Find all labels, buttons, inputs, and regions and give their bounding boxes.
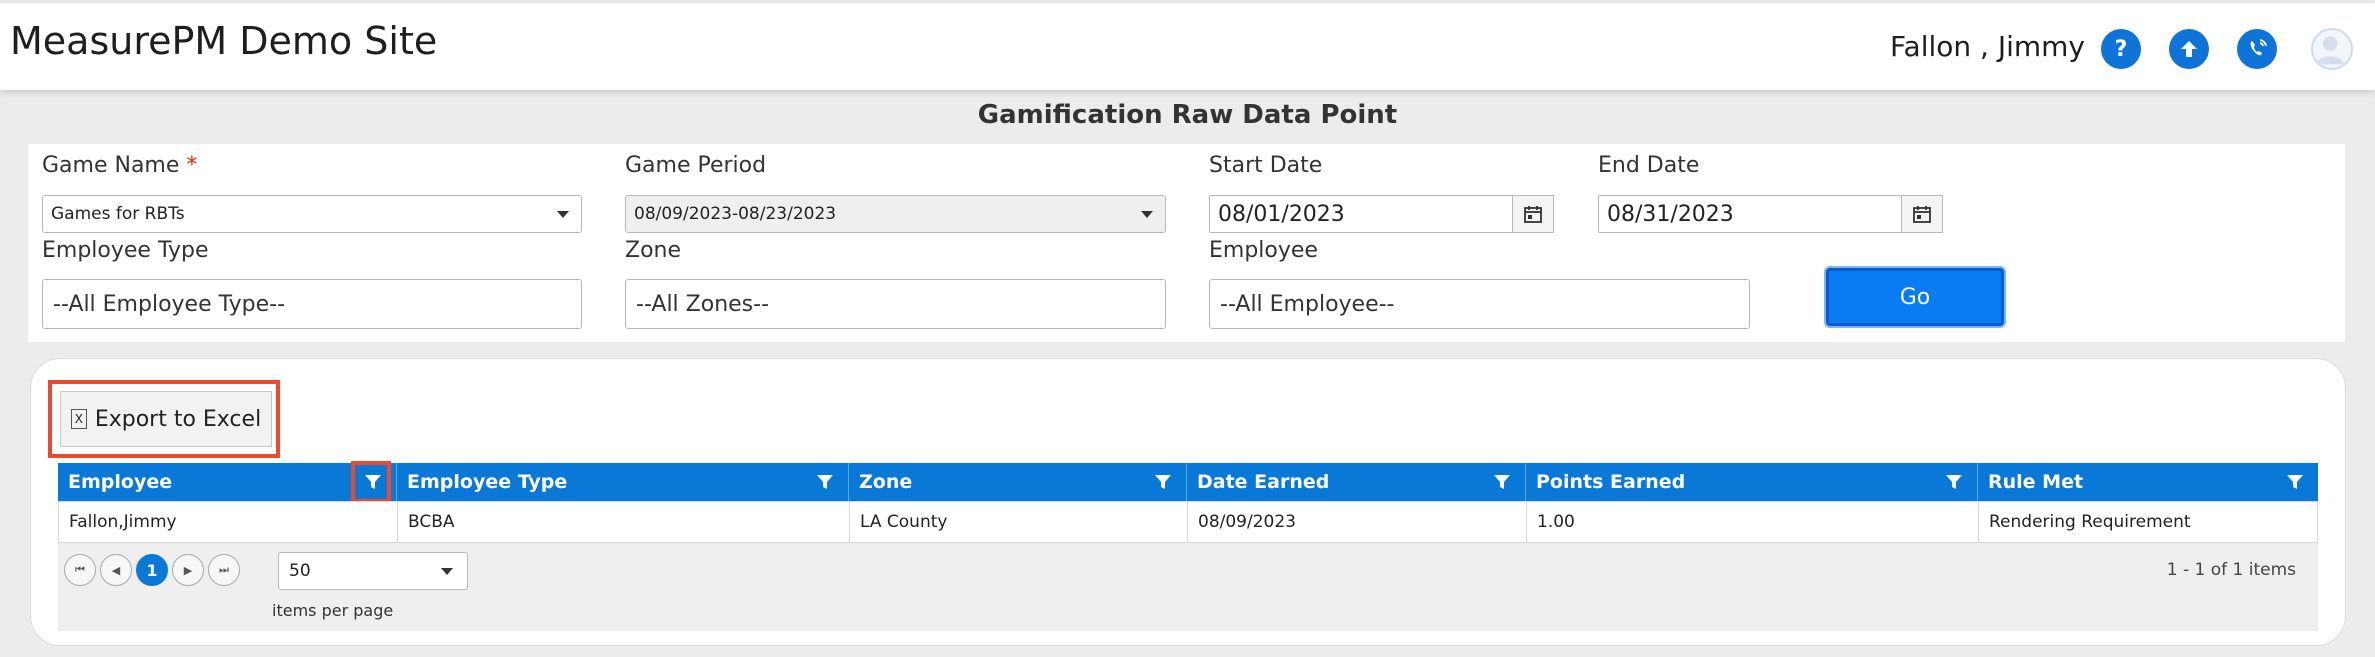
chevron-down-icon (441, 568, 453, 575)
game-period-select[interactable]: 08/09/2023-08/23/2023 (625, 195, 1166, 233)
user-silhouette-icon (2316, 36, 2344, 65)
grid-header: Employee Employee Type Zone Date Earned … (58, 463, 2318, 501)
upload-icon[interactable] (2169, 29, 2209, 69)
current-page-button[interactable]: 1 (136, 554, 168, 586)
page-size-value: 50 (289, 561, 311, 581)
column-header-label: Employee Type (407, 471, 568, 493)
cell-employee: Fallon,Jimmy (59, 502, 398, 542)
game-period-label: Game Period (625, 153, 767, 178)
go-button[interactable]: Go (1826, 268, 2004, 326)
help-icon[interactable]: ? (2101, 29, 2141, 69)
calendar-glyph-icon (1524, 206, 1542, 223)
zone-label: Zone (625, 238, 682, 263)
first-page-icon[interactable]: ⏮ (64, 554, 96, 586)
export-to-excel-button[interactable]: X Export to Excel (60, 391, 272, 447)
required-mark: * (186, 153, 198, 178)
export-label: Export to Excel (94, 406, 262, 432)
filter-funnel-icon[interactable] (816, 473, 834, 491)
calendar-glyph-icon (1913, 206, 1931, 223)
employee-type-multiselect[interactable]: --All Employee Type-- (42, 279, 582, 329)
column-header-employee[interactable]: Employee (58, 463, 397, 501)
funnel-highlight-box (351, 461, 391, 503)
end-date-input[interactable]: 08/31/2023 (1598, 195, 1943, 233)
site-title: MeasurePM Demo Site (10, 19, 438, 63)
zone-multiselect[interactable]: --All Zones-- (625, 279, 1166, 329)
pager-info: 1 - 1 of 1 items (2166, 560, 2296, 580)
column-header-label: Employee (68, 471, 173, 493)
employee-value: --All Employee-- (1220, 291, 1395, 317)
avatar[interactable] (2311, 28, 2353, 70)
column-header-label: Date Earned (1197, 471, 1330, 493)
phone-glyph-icon (2250, 39, 2267, 56)
cell-points-earned: 1.00 (1527, 502, 1979, 542)
phone-icon[interactable] (2237, 29, 2277, 69)
start-date-input[interactable]: 08/01/2023 (1209, 195, 1554, 233)
items-per-page-label: items per page (272, 601, 394, 620)
column-header-date-earned[interactable]: Date Earned (1187, 463, 1526, 501)
pager: ⏮ ◀ 1 ▶ ⏭ 50 items per page 1 - 1 of 1 i… (58, 543, 2318, 631)
column-header-label: Points Earned (1536, 471, 1686, 493)
help-glyph: ? (2114, 36, 2128, 62)
next-page-icon[interactable]: ▶ (172, 554, 204, 586)
prev-page-icon[interactable]: ◀ (100, 554, 132, 586)
page-size-select[interactable]: 50 (278, 552, 468, 590)
cell-zone: LA County (850, 502, 1188, 542)
column-header-rule-met[interactable]: Rule Met (1978, 463, 2318, 501)
employee-label: Employee (1209, 238, 1318, 263)
filter-funnel-icon[interactable] (1154, 473, 1172, 491)
excel-file-icon: X (70, 409, 87, 429)
chevron-down-icon (1141, 211, 1153, 218)
user-name[interactable]: Fallon , Jimmy (1890, 30, 2085, 63)
cell-date-earned: 08/09/2023 (1188, 502, 1527, 542)
arrow-up-icon (2181, 41, 2197, 57)
column-header-employee-type[interactable]: Employee Type (397, 463, 849, 501)
game-name-value: Games for RBTs (51, 204, 185, 224)
calendar-icon[interactable] (1512, 195, 1554, 233)
calendar-icon[interactable] (1901, 195, 1943, 233)
end-date-label: End Date (1598, 153, 1700, 178)
chevron-down-icon (557, 211, 569, 218)
filter-funnel-icon[interactable] (1945, 473, 1963, 491)
column-header-points-earned[interactable]: Points Earned (1526, 463, 1978, 501)
employee-multiselect[interactable]: --All Employee-- (1209, 279, 1750, 329)
zone-value: --All Zones-- (636, 291, 770, 317)
filter-funnel-icon[interactable] (1493, 473, 1511, 491)
game-period-value: 08/09/2023-08/23/2023 (634, 204, 837, 224)
end-date-value: 08/31/2023 (1607, 201, 1734, 227)
filter-funnel-icon[interactable] (2286, 473, 2304, 491)
game-name-label-text: Game Name (42, 153, 180, 178)
page-title: Gamification Raw Data Point (977, 100, 1398, 130)
game-name-select[interactable]: Games for RBTs (42, 195, 582, 233)
game-name-label: Game Name * (42, 153, 197, 178)
employee-type-value: --All Employee Type-- (53, 291, 286, 317)
start-date-value: 08/01/2023 (1218, 201, 1345, 227)
cell-employee-type: BCBA (398, 502, 850, 542)
column-header-label: Zone (859, 471, 913, 493)
table-row[interactable]: Fallon,Jimmy BCBA LA County 08/09/2023 1… (58, 501, 2318, 543)
employee-type-label: Employee Type (42, 238, 209, 263)
start-date-label: Start Date (1209, 153, 1323, 178)
excel-file-glyph: X (74, 412, 83, 426)
column-header-zone[interactable]: Zone (849, 463, 1187, 501)
column-header-label: Rule Met (1988, 471, 2084, 493)
last-page-icon[interactable]: ⏭ (208, 554, 240, 586)
top-header: MeasurePM Demo Site Fallon , Jimmy ? (0, 2, 2375, 90)
cell-rule-met: Rendering Requirement (1989, 512, 2191, 532)
